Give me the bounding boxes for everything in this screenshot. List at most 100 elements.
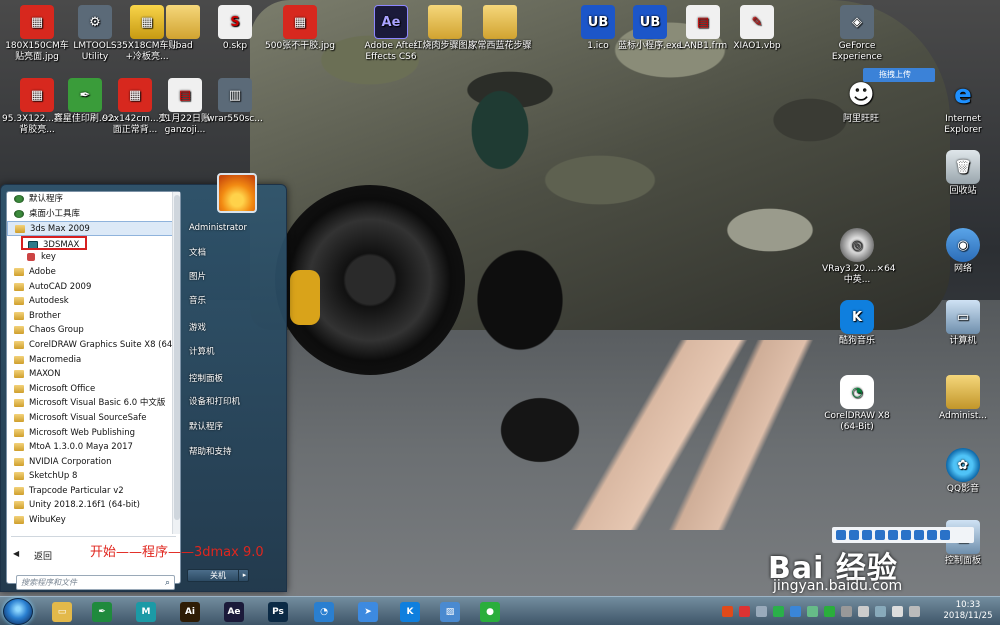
program-item[interactable]: SketchUp 8: [7, 469, 180, 484]
taskbar-button-kugou[interactable]: K: [392, 599, 428, 624]
scrollbar-thumb[interactable]: [174, 195, 180, 520]
tray-icon[interactable]: [841, 605, 852, 617]
ico-file-icon: UB: [581, 5, 615, 39]
taskbar-button-image-viewer[interactable]: ▨: [432, 599, 468, 624]
program-item-label: MAXON: [29, 369, 61, 380]
taskbar-button-maya[interactable]: M: [128, 599, 164, 624]
desktop-icon[interactable]: ▥ wrar550sc...: [200, 78, 270, 125]
back-button[interactable]: 返回: [34, 549, 52, 562]
desktop-icon[interactable]: 家常西蓝花步骤: [465, 5, 535, 52]
program-list-scrollbar[interactable]: [172, 192, 180, 534]
program-item[interactable]: Brother: [7, 309, 180, 324]
desktop-icon[interactable]: S 0.skp: [200, 5, 270, 52]
program-item[interactable]: Microsoft Web Publishing: [7, 426, 180, 441]
tray-icon[interactable]: [892, 605, 903, 617]
tray-icon[interactable]: [909, 605, 920, 617]
taskbar-button-wechat[interactable]: ●: [472, 599, 508, 624]
desktop-icon[interactable]: ✿ QQ影音: [928, 448, 998, 495]
back-arrow-icon[interactable]: ◀: [13, 549, 19, 558]
start-menu-place-item[interactable]: 图片: [189, 270, 281, 282]
user-avatar[interactable]: [217, 173, 257, 213]
program-item[interactable]: Macromedia: [7, 353, 180, 368]
upload-button[interactable]: 拖拽上传: [863, 68, 935, 82]
program-item[interactable]: Chaos Group: [7, 323, 180, 338]
program-item[interactable]: AutoCAD 2009: [7, 280, 180, 295]
program-item[interactable]: Unity 2018.2.16f1 (64-bit): [7, 498, 180, 513]
frm-file-icon: ▤: [686, 5, 720, 39]
system-clock[interactable]: 10:33 2018/11/25: [940, 600, 996, 622]
program-item[interactable]: 3ds Max 2009: [7, 221, 180, 236]
program-item[interactable]: Microsoft Office: [7, 382, 180, 397]
taskbar-button-explorer[interactable]: ▭: [44, 599, 80, 624]
program-item[interactable]: Microsoft Visual SourceSafe: [7, 411, 180, 426]
program-item-label: 默认程序: [29, 194, 64, 204]
program-item-3dsmax[interactable]: 3DSMAX: [21, 235, 87, 251]
program-item[interactable]: Autodesk: [7, 294, 180, 309]
shutdown-options-arrow-icon[interactable]: ▸: [238, 570, 250, 581]
folder-icon: [14, 282, 24, 291]
desktop-icon[interactable]: 🗑 回收站: [928, 150, 998, 197]
geforce-icon: ◈: [840, 5, 874, 39]
folder-icon: [14, 486, 24, 495]
taskbar-button-dingtalk[interactable]: ➤: [350, 599, 386, 624]
tray-icon[interactable]: [858, 605, 869, 617]
start-menu-place-item[interactable]: 音乐: [189, 294, 281, 306]
desktop-icon[interactable]: Administ...: [928, 375, 998, 422]
shutdown-button[interactable]: 关机 ▸: [187, 569, 249, 582]
clock-time: 10:33: [955, 600, 981, 610]
illustrator-icon: Ai: [180, 601, 200, 622]
desktop-icon[interactable]: ◉ 网络: [928, 228, 998, 275]
start-menu-place-item[interactable]: 设备和打印机: [189, 395, 281, 407]
program-item[interactable]: CorelDRAW Graphics Suite X8 (64-b: [7, 338, 180, 353]
program-item[interactable]: MAXON: [7, 367, 180, 382]
search-input[interactable]: 搜索程序和文件 ⌕: [16, 575, 175, 590]
program-item[interactable]: NVIDIA Corporation: [7, 455, 180, 470]
start-button[interactable]: [3, 598, 33, 625]
taskbar-button-coreldraw[interactable]: ✒: [84, 599, 120, 624]
desktop-icon[interactable]: ▦ 500张不干胶.jpg: [265, 5, 335, 52]
taskbar-button-after-effects[interactable]: Ae: [216, 599, 252, 624]
taskbar-button-browser[interactable]: ◔: [306, 599, 342, 624]
program-item[interactable]: key: [7, 250, 180, 265]
tray-icon[interactable]: [824, 605, 835, 617]
system-tray[interactable]: [722, 603, 942, 619]
tray-icon[interactable]: [722, 605, 733, 617]
tray-icon[interactable]: [756, 605, 767, 617]
baidu-floating-toolbar[interactable]: [832, 527, 974, 543]
tray-icon[interactable]: [773, 605, 784, 617]
start-menu-place-item[interactable]: 控制面板: [189, 372, 281, 384]
desktop-icon[interactable]: ◈ GeForce Experience: [822, 5, 892, 63]
program-item[interactable]: Trapcode Particular v2: [7, 484, 180, 499]
start-menu-place-item[interactable]: 文档: [189, 246, 281, 258]
program-item[interactable]: 桌面小工具库: [7, 207, 180, 222]
start-menu-place-item[interactable]: 计算机: [189, 345, 281, 357]
program-item[interactable]: 默认程序: [7, 192, 180, 207]
taskbar-button-illustrator[interactable]: Ai: [172, 599, 208, 624]
image-viewer-icon: ▨: [440, 601, 460, 622]
program-item[interactable]: MtoA 1.3.0.0 Maya 2017: [7, 440, 180, 455]
program-item[interactable]: Adobe: [7, 265, 180, 280]
tray-icon[interactable]: [790, 605, 801, 617]
wechat-icon: ●: [480, 601, 500, 622]
program-item-label: WibuKey: [29, 515, 66, 526]
desktop-icon[interactable]: ◎ VRay3.20....×64 中英...: [822, 228, 896, 286]
start-menu-place-item[interactable]: 游戏: [189, 321, 281, 333]
tray-icon[interactable]: [875, 605, 886, 617]
desktop-icon[interactable]: K 酷狗音乐: [822, 300, 892, 347]
start-menu-place-item[interactable]: 默认程序: [189, 420, 281, 432]
tray-icon[interactable]: [739, 605, 750, 617]
desktop-icon[interactable]: ✎ XIAO1.vbp: [722, 5, 792, 52]
desktop-icon[interactable]: ◔ CorelDRAW X8 (64-Bit): [822, 375, 892, 433]
start-menu-place-item[interactable]: 帮助和支持: [189, 445, 281, 457]
desktop-icon[interactable]: ▭ 计算机: [928, 300, 998, 347]
start-menu-place-item[interactable]: Administrator: [189, 223, 281, 233]
desktop-icon[interactable]: e Internet Explorer: [928, 78, 998, 136]
taskbar-button-photoshop[interactable]: Ps: [260, 599, 296, 624]
program-item[interactable]: Microsoft Visual Basic 6.0 中文版: [7, 396, 180, 411]
program-item[interactable]: WibuKey: [7, 513, 180, 528]
tray-icon[interactable]: [807, 605, 818, 617]
desktop-icon[interactable]: ☻ 阿里旺旺: [826, 78, 896, 125]
program-item-label: Trapcode Particular v2: [29, 485, 124, 496]
search-icon[interactable]: ⌕: [165, 577, 170, 589]
start-menu-programs-pane: 默认程序 桌面小工具库 3ds Max 2009 3DSMAX key Adobe Auto…: [6, 191, 181, 590]
